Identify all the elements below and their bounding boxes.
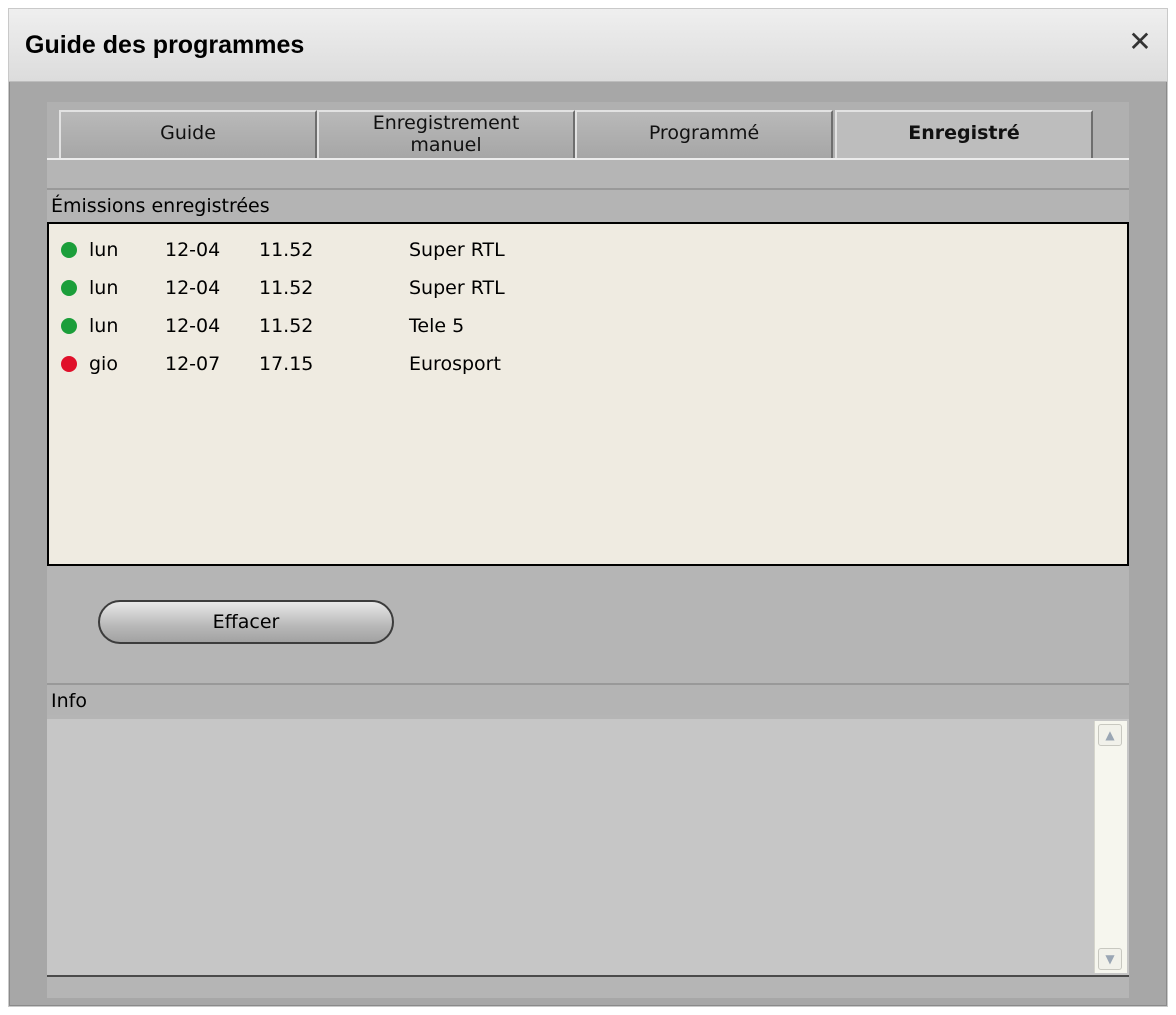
recording-time: 11.52 [259,239,314,261]
tabs-divider [47,158,1129,160]
info-header: Info [47,683,1129,715]
recording-day: lun [89,315,119,337]
recording-row[interactable]: lun 12-04 11.52 Super RTL [49,270,1127,306]
tab-label: Programmé [648,122,760,144]
recording-row[interactable]: lun 12-04 11.52 Super RTL [49,232,1127,268]
title-bar: Guide des programmes ✕ [9,9,1167,82]
recording-date: 12-04 [165,239,221,261]
recording-day: lun [89,277,119,299]
recording-day: lun [89,239,119,261]
tab-manual-recording[interactable]: Enregistrement manuel [317,110,575,158]
tab-scheduled[interactable]: Programmé [575,110,833,158]
chevron-down-icon[interactable]: ▼ [1098,948,1122,970]
close-icon[interactable]: ✕ [1125,27,1155,57]
delete-button[interactable]: Effacer [98,600,394,644]
recording-time: 11.52 [259,315,314,337]
tab-label: Enregistré [908,122,1020,144]
program-guide-window: Guide des programmes ✕ Guide Enregistrem… [8,8,1168,1007]
tab-bar: Guide Enregistrement manuel Programmé En… [47,102,1129,160]
info-scrollbar[interactable]: ▲ ▼ [1094,721,1127,973]
tab-label: Enregistrement manuel [372,112,520,156]
recording-date: 12-04 [165,277,221,299]
recordings-list[interactable]: lun 12-04 11.52 Super RTL lun 12-04 11.52 Super… [47,222,1129,566]
recordings-header: Émissions enregistrées [47,188,1129,220]
info-panel: ▲ ▼ [47,719,1129,977]
recording-channel: Super RTL [409,277,505,299]
recording-channel: Eurosport [409,353,501,375]
main-panel: Guide Enregistrement manuel Programmé En… [47,102,1129,998]
recording-day: gio [89,353,118,375]
status-dot-red-icon [61,356,77,372]
tab-guide[interactable]: Guide [59,110,317,158]
recording-time: 11.52 [259,277,314,299]
recording-date: 12-07 [165,353,221,375]
status-dot-green-icon [61,242,77,258]
recording-row[interactable]: gio 12-07 17.15 Eurosport [49,346,1127,382]
tab-recorded[interactable]: Enregistré [835,110,1093,160]
window-title: Guide des programmes [25,31,305,59]
recording-channel: Tele 5 [409,315,465,337]
status-dot-green-icon [61,280,77,296]
recording-channel: Super RTL [409,239,505,261]
recording-row[interactable]: lun 12-04 11.52 Tele 5 [49,308,1127,344]
chevron-up-icon[interactable]: ▲ [1098,724,1122,746]
recording-time: 17.15 [259,353,314,375]
status-dot-green-icon [61,318,77,334]
recording-date: 12-04 [165,315,221,337]
tab-label: Guide [160,122,216,144]
